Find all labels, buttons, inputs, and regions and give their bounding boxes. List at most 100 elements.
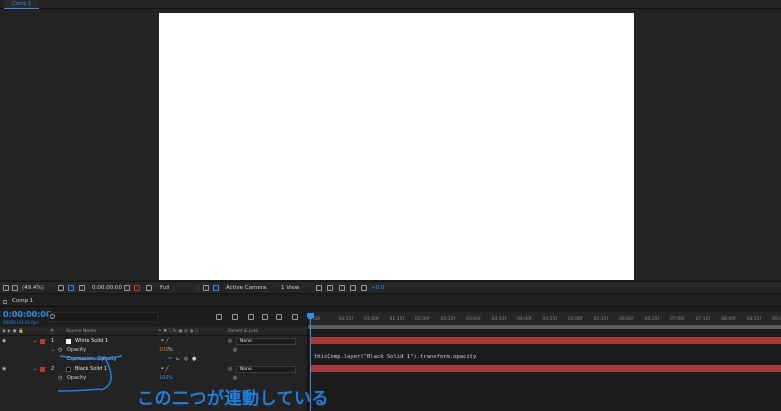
always-preview-icon[interactable] (3, 285, 9, 291)
av-features-header-icons: ◉ ◐ ● 🔒 (2, 329, 24, 334)
visibility-eye-icon[interactable]: ◉ (2, 337, 6, 346)
search-icon (50, 314, 55, 319)
solid-color-swatch (66, 367, 71, 372)
timeline-current-time[interactable]: 0:00:00:00 (3, 310, 52, 319)
layer-bar[interactable] (310, 365, 781, 372)
exposure-reset-icon[interactable] (361, 285, 367, 291)
layer-number: 2 (51, 366, 55, 372)
expression-row[interactable]: Expression: Opacity = ⊾ ◎ ● (0, 355, 307, 364)
ruler-tick-label: 05:15f (593, 317, 609, 322)
ruler-tick-label: 01:00f (364, 317, 379, 322)
ruler-tick-label: 08:00f (721, 317, 736, 322)
stopwatch-icon[interactable]: ◷ (58, 374, 62, 383)
close-tab-icon[interactable] (3, 300, 7, 304)
camera-dropdown[interactable]: Active Camera (226, 282, 266, 294)
ruler-tick-label: 04:15f (542, 317, 558, 322)
layer-search-input[interactable] (48, 312, 158, 322)
column-headers: ◉ ◐ ● 🔒 # Source Name ⚭ ✱ ╲ fx ▣ ◎ ◑ ⬡ P… (0, 327, 307, 336)
ruler-tick-label: 08:15f (746, 317, 762, 322)
ruler-tick-label: 05:00f (568, 317, 583, 322)
switches-header-icons: ⚭ ✱ ╲ fx ▣ ◎ ◑ ⬡ (158, 329, 199, 334)
layer-name[interactable]: White Solid 1 (75, 337, 108, 346)
ruler-tick-label: 01:15f (389, 317, 405, 322)
composition-canvas[interactable] (159, 13, 634, 280)
label-color-swatch[interactable] (40, 367, 45, 372)
resolution-dropdown[interactable]: Full (160, 282, 169, 294)
property-label: Opacity (67, 347, 87, 353)
pick-whip-icon[interactable]: ◎ (228, 337, 232, 346)
layer-row[interactable]: ◉ ⌄ 1 White Solid 1 ⚭ ╱ ◎ None (0, 337, 307, 346)
frame-blending-icon[interactable] (262, 314, 268, 320)
motion-blur-icon[interactable] (276, 314, 282, 320)
viewer-tab-bar (0, 0, 781, 9)
expression-language-menu-icon[interactable]: ● (192, 355, 196, 364)
timeline-icon[interactable] (339, 285, 345, 291)
ruler-tick-label: 07:00f (670, 317, 685, 322)
view-layout-dropdown[interactable]: 1 View (281, 282, 299, 294)
layer-number: 1 (51, 338, 55, 344)
ruler-tick-label: 09:00f (772, 317, 781, 322)
column-source-name[interactable]: Source Name (66, 327, 96, 336)
expression-label: Expression: Opacity (67, 356, 117, 362)
tab-comp-viewer[interactable]: Comp 1 (4, 0, 40, 9)
parent-dropdown[interactable]: None (236, 338, 296, 345)
timeline-tab-bar (0, 296, 781, 307)
ruler-tick-label: 04:00f (517, 317, 532, 322)
ruler-tick-label: 02:15f (440, 317, 456, 322)
expression-text[interactable]: thisComp.layer("Black Solid 1").transfor… (314, 354, 476, 360)
work-area-bar[interactable] (308, 325, 781, 329)
vr-icon[interactable] (12, 285, 18, 291)
property-row-opacity[interactable]: ◷ Opacity 100% ◎ (0, 374, 307, 383)
property-row-opacity[interactable]: ⌄ ◷ Opacity 100 % ◎ (0, 346, 307, 355)
expression-pickwhip-icon[interactable]: ◎ (184, 355, 188, 364)
draft-3d-toggle-icon[interactable] (232, 314, 238, 320)
graph-editor-icon[interactable] (292, 314, 298, 320)
pick-whip-icon[interactable]: ◎ (228, 365, 232, 374)
layer-switches[interactable]: ⚭ ╱ (160, 337, 169, 346)
parent-dropdown[interactable]: None (236, 366, 296, 373)
ruler-tick-label: 06:00f (619, 317, 634, 322)
pick-whip-icon[interactable]: ◎ (233, 346, 237, 355)
camera-snapshot-icon[interactable] (124, 285, 130, 291)
expand-chevron-down-icon[interactable]: ⌄ (51, 346, 55, 355)
expand-chevron-down-icon[interactable]: ⌄ (33, 365, 37, 374)
fast-previews-icon[interactable] (213, 285, 219, 291)
opacity-value[interactable]: 100% (159, 374, 173, 383)
ruler-tick-label: 00:15f (338, 317, 354, 322)
visibility-eye-icon[interactable]: ◉ (2, 365, 6, 374)
percent-sign: % (168, 347, 173, 353)
layer-row[interactable]: ◉ ⌄ 2 Black Solid 1 ⚭ ╱ ◎ None (0, 365, 307, 374)
column-hash[interactable]: # (50, 327, 54, 336)
shy-layers-icon[interactable] (248, 314, 254, 320)
tab-timeline-comp[interactable]: Comp 1 (12, 296, 33, 307)
pick-whip-icon[interactable]: ◎ (233, 374, 237, 383)
current-time-display[interactable]: 0:00:00:00 (92, 282, 122, 294)
region-of-interest-icon[interactable] (79, 285, 85, 291)
expand-chevron-down-icon[interactable]: ⌄ (33, 337, 37, 346)
layer-name[interactable]: Black Solid 1 (75, 365, 107, 374)
expression-enable-icon[interactable]: = (168, 355, 172, 364)
stopwatch-icon[interactable]: ◷ (58, 346, 62, 355)
color-management-icon[interactable] (146, 285, 152, 291)
show-channel-icon[interactable] (134, 285, 140, 291)
pixel-aspect-icon[interactable] (316, 285, 322, 291)
viewer-toolbar: (49.4%) 0:00:00:00 Full Active Camera 1 … (0, 281, 781, 294)
expression-graph-icon[interactable]: ⊾ (176, 355, 180, 364)
draft-3d-icon[interactable] (327, 285, 333, 291)
composition-mini-flowchart-icon[interactable] (216, 314, 222, 320)
solid-color-swatch (66, 339, 71, 344)
exposure-value[interactable]: +0.0 (371, 282, 384, 294)
ruler-tick-label: 03:00f (466, 317, 481, 322)
frame-rate-readout: 00000 (24.00 fps) (3, 320, 39, 325)
layer-switches[interactable]: ⚭ ╱ (160, 365, 169, 374)
ruler-tick-label: 00f (313, 317, 321, 322)
flowchart-icon[interactable] (350, 285, 356, 291)
mask-visibility-icon[interactable] (68, 285, 74, 291)
safe-margins-icon[interactable] (58, 285, 64, 291)
ruler-tick-label: 06:15f (644, 317, 660, 322)
column-parent-link[interactable]: Parent & Link (228, 327, 258, 336)
layer-bar[interactable] (310, 337, 781, 344)
transparency-grid-icon[interactable] (203, 285, 209, 291)
label-color-swatch[interactable] (40, 339, 45, 344)
magnification-dropdown[interactable]: (49.4%) (22, 282, 44, 294)
